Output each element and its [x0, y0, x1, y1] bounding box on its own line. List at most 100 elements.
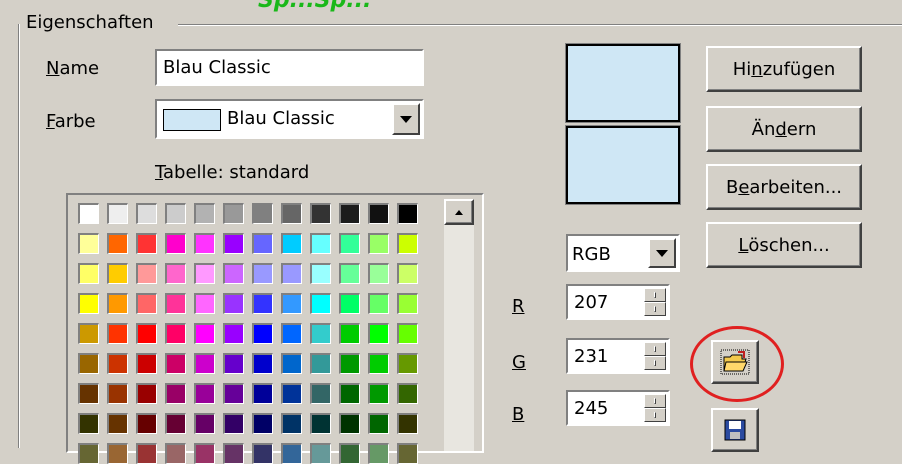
palette-swatch[interactable] — [136, 323, 157, 344]
palette-swatch[interactable] — [368, 203, 389, 224]
palette-swatch[interactable] — [368, 443, 389, 464]
color-palette[interactable] — [66, 193, 484, 464]
palette-swatch[interactable] — [281, 263, 302, 284]
palette-swatch[interactable] — [252, 353, 273, 374]
palette-swatch[interactable] — [252, 443, 273, 464]
palette-swatch[interactable] — [165, 293, 186, 314]
palette-swatch[interactable] — [252, 203, 273, 224]
palette-swatch[interactable] — [136, 353, 157, 374]
palette-swatch[interactable] — [281, 383, 302, 404]
r-spinner[interactable]: 207 — [566, 284, 670, 320]
palette-swatch[interactable] — [339, 293, 360, 314]
palette-swatch[interactable] — [223, 443, 244, 464]
palette-swatch[interactable] — [252, 293, 273, 314]
palette-swatch[interactable] — [368, 353, 389, 374]
palette-swatch[interactable] — [107, 263, 128, 284]
palette-swatch[interactable] — [397, 443, 418, 464]
palette-swatch[interactable] — [310, 293, 331, 314]
palette-swatch[interactable] — [107, 383, 128, 404]
color-mode-dropdown-button[interactable] — [648, 238, 676, 268]
palette-swatch[interactable] — [78, 323, 99, 344]
palette-swatch[interactable] — [165, 383, 186, 404]
palette-swatch[interactable] — [368, 233, 389, 254]
palette-swatch[interactable] — [165, 233, 186, 254]
palette-swatch[interactable] — [368, 323, 389, 344]
palette-swatch[interactable] — [165, 353, 186, 374]
palette-swatch[interactable] — [252, 263, 273, 284]
color-select-dropdown-button[interactable] — [392, 103, 420, 135]
palette-swatch[interactable] — [78, 353, 99, 374]
palette-swatch[interactable] — [397, 383, 418, 404]
palette-swatch[interactable] — [136, 263, 157, 284]
palette-swatch[interactable] — [78, 383, 99, 404]
palette-swatch[interactable] — [397, 293, 418, 314]
palette-swatch[interactable] — [310, 203, 331, 224]
palette-swatch[interactable] — [310, 413, 331, 434]
palette-swatch[interactable] — [194, 293, 215, 314]
palette-swatch[interactable] — [194, 383, 215, 404]
palette-swatch[interactable] — [223, 233, 244, 254]
color-mode-select[interactable]: RGB — [566, 234, 680, 272]
palette-swatch[interactable] — [107, 323, 128, 344]
palette-swatch[interactable] — [223, 323, 244, 344]
spin-down-icon[interactable] — [644, 356, 666, 370]
g-spin-buttons[interactable] — [644, 342, 666, 370]
palette-swatch[interactable] — [78, 413, 99, 434]
palette-swatch[interactable] — [281, 443, 302, 464]
b-spinner[interactable]: 245 — [566, 390, 670, 426]
palette-swatch[interactable] — [78, 203, 99, 224]
palette-swatch[interactable] — [223, 293, 244, 314]
palette-swatch[interactable] — [165, 443, 186, 464]
load-palette-button[interactable] — [711, 340, 759, 384]
add-button[interactable]: Hi n zufügen — [706, 46, 862, 92]
palette-swatch[interactable] — [107, 233, 128, 254]
delete-button[interactable]: Löschen... — [706, 222, 862, 268]
palette-swatch[interactable] — [397, 353, 418, 374]
g-spinner[interactable]: 231 — [566, 338, 670, 374]
palette-swatch[interactable] — [136, 203, 157, 224]
palette-swatch[interactable] — [310, 233, 331, 254]
palette-swatch[interactable] — [281, 323, 302, 344]
palette-swatch[interactable] — [310, 383, 331, 404]
palette-swatch[interactable] — [223, 353, 244, 374]
palette-swatch[interactable] — [107, 203, 128, 224]
palette-swatch[interactable] — [136, 443, 157, 464]
palette-swatch[interactable] — [223, 383, 244, 404]
palette-swatch[interactable] — [310, 443, 331, 464]
palette-swatch[interactable] — [252, 323, 273, 344]
palette-swatch[interactable] — [397, 233, 418, 254]
palette-swatch[interactable] — [252, 383, 273, 404]
palette-scrollbar[interactable] — [444, 199, 474, 451]
spin-up-icon[interactable] — [644, 394, 666, 408]
palette-swatch[interactable] — [78, 233, 99, 254]
palette-swatch[interactable] — [165, 263, 186, 284]
palette-swatch[interactable] — [368, 293, 389, 314]
change-button[interactable]: Än d ern — [706, 106, 862, 152]
palette-swatch[interactable] — [339, 263, 360, 284]
palette-swatch[interactable] — [223, 203, 244, 224]
palette-swatch[interactable] — [281, 233, 302, 254]
palette-swatch[interactable] — [281, 293, 302, 314]
spin-down-icon[interactable] — [644, 408, 666, 422]
palette-swatch[interactable] — [194, 443, 215, 464]
palette-swatch[interactable] — [310, 263, 331, 284]
palette-swatch[interactable] — [252, 233, 273, 254]
palette-swatch[interactable] — [194, 203, 215, 224]
palette-swatch[interactable] — [107, 353, 128, 374]
palette-swatch[interactable] — [223, 413, 244, 434]
palette-swatch[interactable] — [281, 203, 302, 224]
palette-swatch[interactable] — [107, 413, 128, 434]
palette-swatch[interactable] — [165, 323, 186, 344]
palette-swatch[interactable] — [223, 263, 244, 284]
palette-swatch[interactable] — [194, 353, 215, 374]
palette-swatch[interactable] — [136, 383, 157, 404]
name-input[interactable]: Blau Classic — [155, 49, 424, 86]
palette-swatch[interactable] — [194, 323, 215, 344]
b-spin-buttons[interactable] — [644, 394, 666, 422]
palette-swatch[interactable] — [368, 413, 389, 434]
spin-up-icon[interactable] — [644, 342, 666, 356]
palette-swatch[interactable] — [78, 293, 99, 314]
palette-swatch[interactable] — [339, 233, 360, 254]
palette-swatch[interactable] — [281, 413, 302, 434]
palette-swatch[interactable] — [339, 443, 360, 464]
